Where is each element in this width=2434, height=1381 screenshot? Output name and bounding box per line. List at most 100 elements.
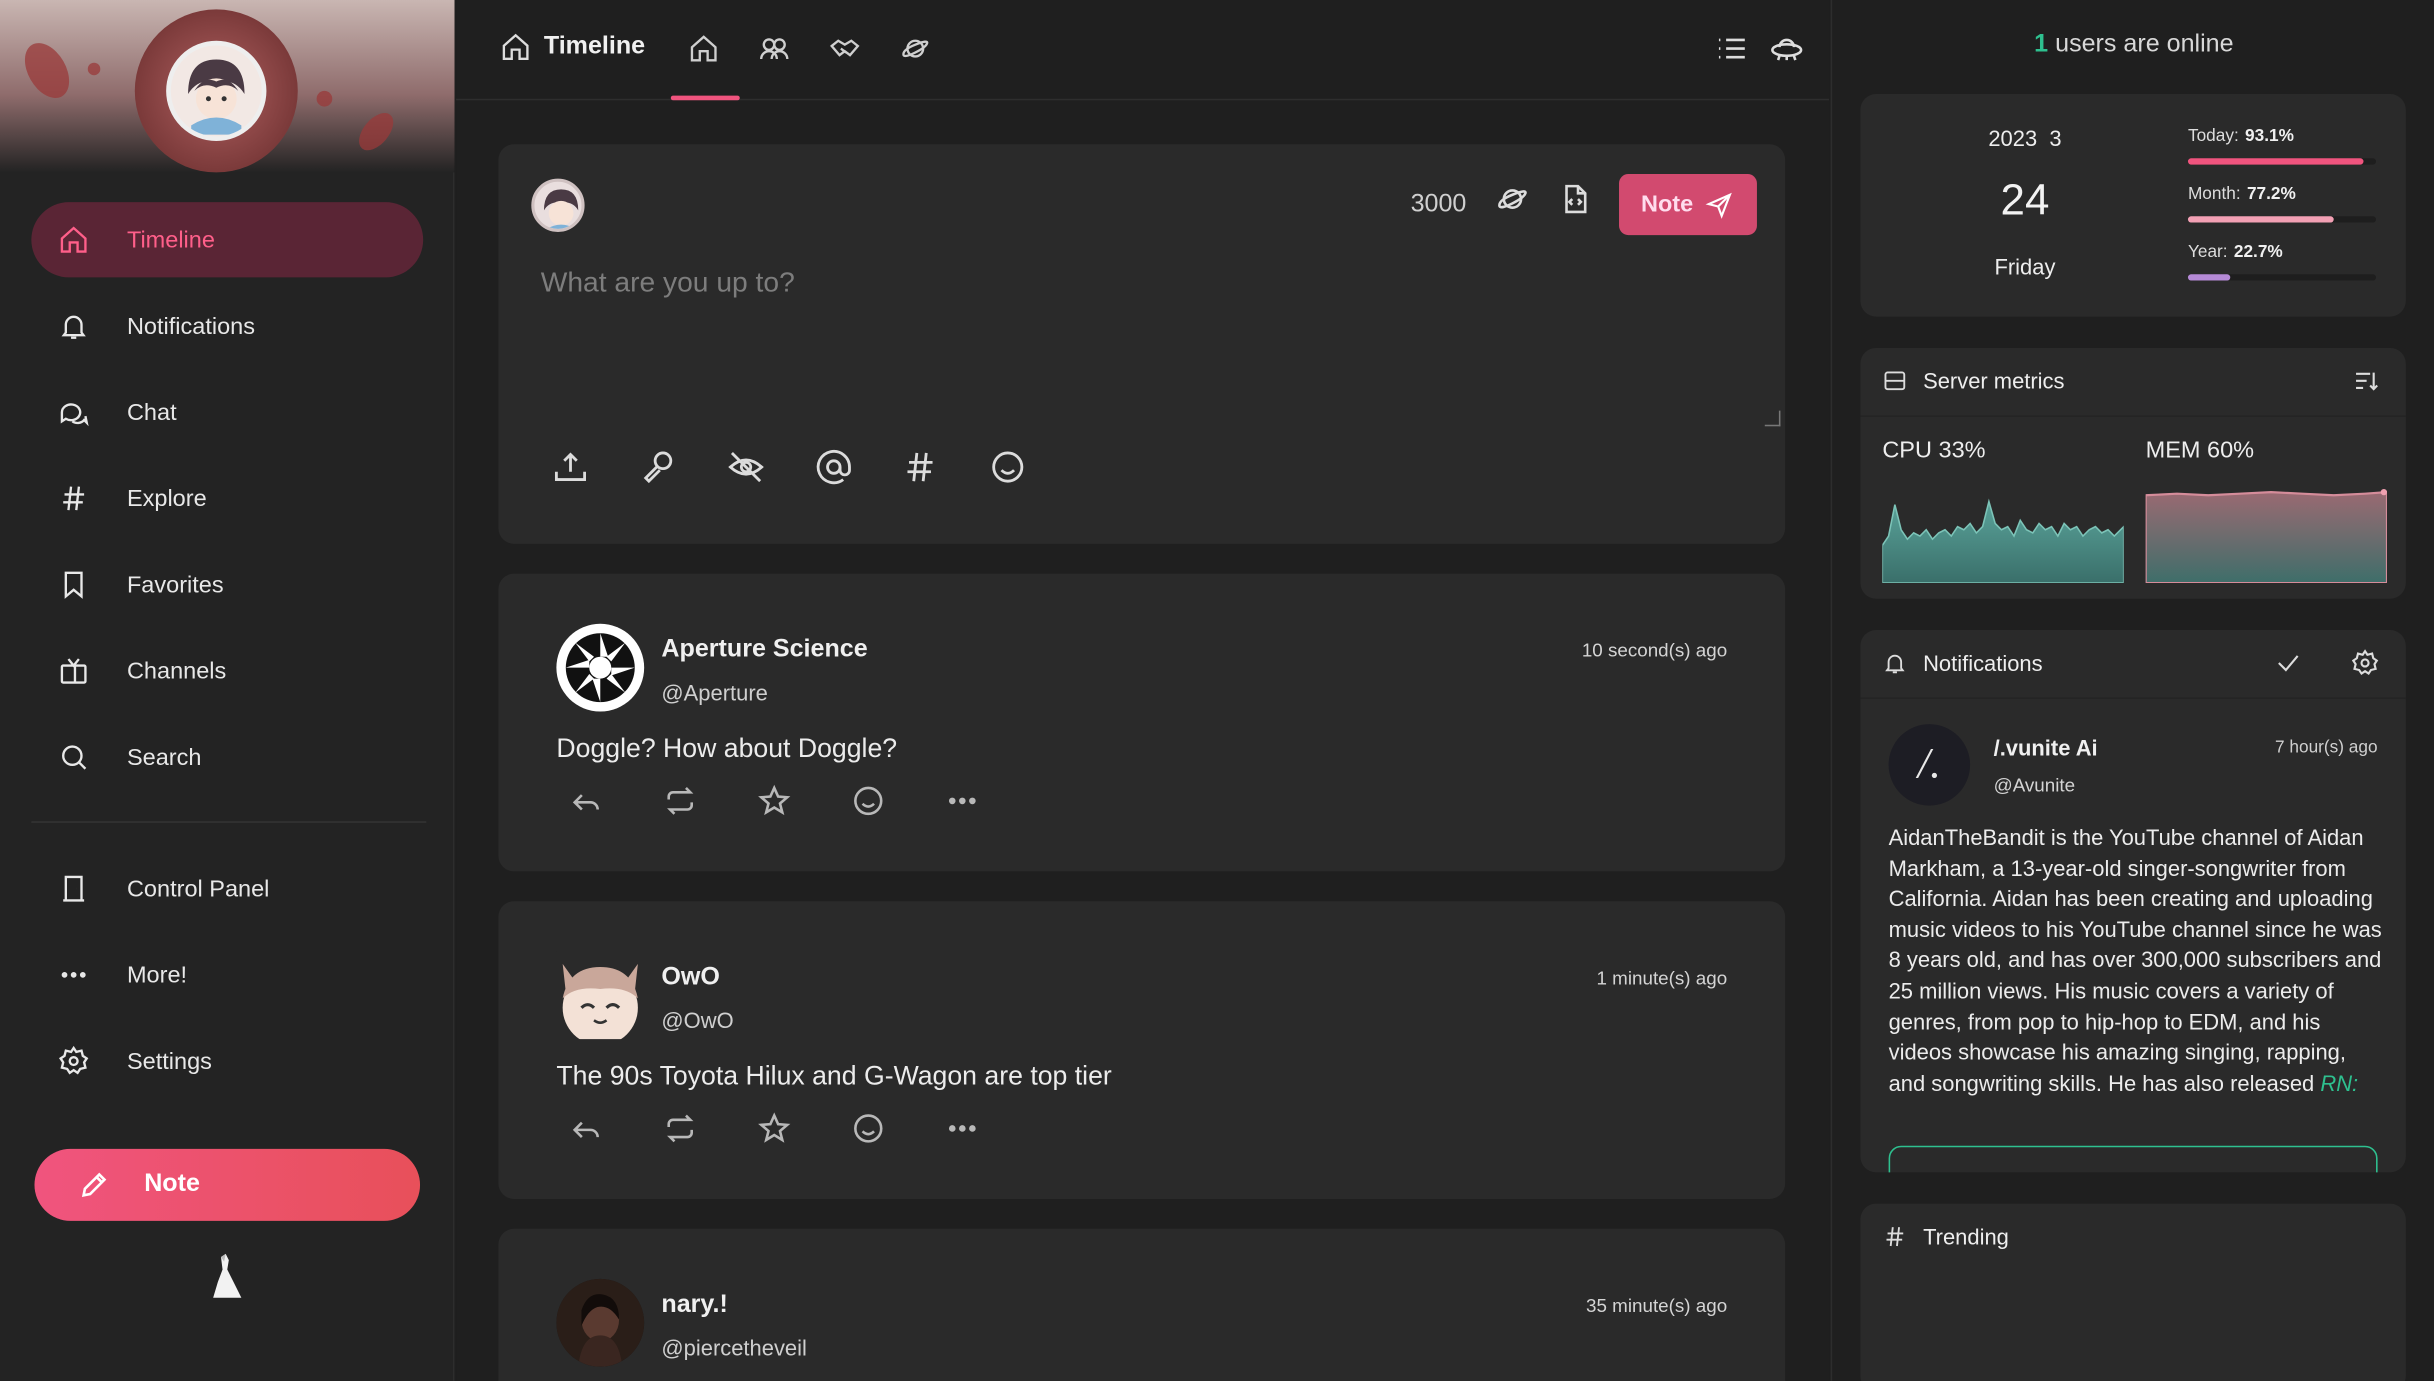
- notification-text: AidanTheBandit is the YouTube channel of…: [1888, 824, 2382, 1096]
- profile-avatar-frame[interactable]: [134, 9, 298, 173]
- repeat-icon: [667, 787, 694, 815]
- upload-button[interactable]: [552, 448, 596, 492]
- gear-icon: [2351, 649, 2379, 676]
- hashtag-icon: [907, 452, 933, 482]
- author-name[interactable]: OwO: [661, 964, 720, 992]
- avatar[interactable]: [556, 1278, 645, 1367]
- renote-button[interactable]: [663, 784, 701, 822]
- home-icon: [690, 35, 717, 62]
- home-icon: [502, 33, 529, 60]
- reply-button[interactable]: [569, 1111, 607, 1149]
- gear-icon: [56, 1044, 90, 1078]
- post-time[interactable]: 35 minute(s) ago: [1586, 1295, 1727, 1317]
- reply-button[interactable]: [569, 784, 607, 822]
- avatar[interactable]: /.: [1888, 724, 1971, 806]
- mfm-button[interactable]: [1558, 182, 1596, 220]
- bookmark-icon: [56, 567, 90, 601]
- author-handle[interactable]: @OwO: [661, 1008, 733, 1033]
- more-button[interactable]: [945, 1111, 983, 1149]
- sidebar-item-channels[interactable]: Channels: [31, 633, 423, 708]
- post-time[interactable]: 1 minute(s) ago: [1596, 967, 1727, 989]
- hashtag-button[interactable]: [901, 448, 945, 492]
- online-count: 1: [2034, 31, 2049, 58]
- more-button[interactable]: [945, 784, 983, 822]
- door-icon: [56, 871, 90, 905]
- tab-local[interactable]: [754, 28, 795, 69]
- author-handle[interactable]: @piercetheveil: [661, 1335, 806, 1360]
- emoji-icon: [854, 786, 883, 816]
- content-warning-button[interactable]: [727, 448, 771, 492]
- dog-logo-icon[interactable]: [207, 1251, 248, 1301]
- notification-time: 7 hour(s) ago: [2275, 738, 2378, 758]
- sidebar-item-chat[interactable]: Chat: [31, 375, 423, 450]
- avatar[interactable]: [556, 623, 645, 712]
- notification-settings-button[interactable]: [2351, 649, 2382, 680]
- tab-global[interactable]: [895, 28, 936, 69]
- mem-sparkline: [2145, 488, 2387, 584]
- sidebar-item-label: Favorites: [126, 571, 224, 598]
- note-button[interactable]: Note: [34, 1148, 421, 1221]
- react-button[interactable]: [851, 784, 889, 822]
- star-icon: [758, 784, 791, 816]
- resize-handle[interactable]: [1764, 410, 1781, 427]
- dots-icon: [56, 958, 90, 992]
- header: Timeline: [456, 0, 1830, 101]
- author-name[interactable]: nary.!: [661, 1291, 727, 1319]
- sidebar-item-notifications[interactable]: Notifications: [31, 288, 423, 363]
- sidebar-item-explore[interactable]: Explore: [31, 461, 423, 536]
- upload-icon: [554, 452, 587, 482]
- eye-off-icon: [728, 451, 764, 483]
- author-name[interactable]: /.vunite Ai: [1994, 735, 2098, 760]
- page-title-label: Timeline: [543, 32, 646, 60]
- emoji-button[interactable]: [989, 448, 1033, 492]
- sort-icon: [2356, 372, 2378, 391]
- star-icon: [758, 1112, 791, 1143]
- list-icon: [1718, 38, 1745, 59]
- author-handle[interactable]: @Avunite: [1994, 774, 2075, 796]
- sidebar-divider: [31, 821, 427, 823]
- bell-icon: [1885, 654, 1905, 674]
- search-icon: [56, 740, 90, 774]
- note-card[interactable]: nary.! @piercetheveil 35 minute(s) ago: [498, 1228, 1786, 1381]
- sidebar-item-more[interactable]: More!: [31, 937, 423, 1012]
- show-more-button[interactable]: [1888, 1145, 2378, 1173]
- today-progress-label: Today: 93.1%: [2187, 126, 2294, 146]
- post-note-button[interactable]: Note: [1619, 173, 1757, 236]
- renote-button[interactable]: [663, 1111, 701, 1149]
- sidebar-item-favorites[interactable]: Favorites: [31, 547, 423, 622]
- bell-icon: [56, 309, 90, 343]
- favorite-button[interactable]: [757, 784, 795, 822]
- list-view-button[interactable]: [1715, 31, 1753, 69]
- sidebar: Timeline Notifications Chat Explore Favo…: [0, 0, 455, 1381]
- sidebar-item-label: Control Panel: [126, 875, 270, 902]
- dots-icon: [948, 1125, 976, 1132]
- note-card[interactable]: Aperture Science @Aperture 10 second(s) …: [498, 573, 1786, 872]
- visibility-button[interactable]: [1495, 182, 1533, 220]
- favorite-button[interactable]: [757, 1111, 795, 1149]
- sidebar-item-timeline[interactable]: Timeline: [31, 202, 424, 278]
- mention-button[interactable]: [815, 448, 859, 492]
- reply-icon: [572, 794, 599, 811]
- character-count: 3000: [1410, 191, 1467, 218]
- sidebar-item-control-panel[interactable]: Control Panel: [31, 851, 423, 926]
- metrics-sort-button[interactable]: [2353, 367, 2384, 398]
- main-column: Timeline 3000 Note What are you up to? A…: [456, 0, 1830, 1381]
- planet-icon: [902, 39, 929, 58]
- react-button[interactable]: [851, 1111, 889, 1149]
- avatar: [166, 40, 267, 142]
- users-icon: [760, 38, 789, 60]
- author-handle[interactable]: @Aperture: [661, 680, 767, 705]
- sidebar-item-label: More!: [126, 961, 188, 989]
- sidebar-item-settings[interactable]: Settings: [31, 1023, 423, 1098]
- post-time[interactable]: 10 second(s) ago: [1582, 639, 1727, 661]
- antenna-button[interactable]: [1769, 31, 1807, 69]
- author-name[interactable]: Aperture Science: [661, 636, 867, 664]
- compose-input[interactable]: [540, 266, 1748, 424]
- sidebar-item-search[interactable]: Search: [31, 719, 423, 794]
- note-card[interactable]: OwO @OwO 1 minute(s) ago The 90s Toyota …: [498, 901, 1786, 1199]
- tab-home[interactable]: [683, 28, 724, 69]
- poll-button[interactable]: [639, 448, 683, 492]
- mark-all-read-button[interactable]: [2274, 649, 2305, 680]
- avatar[interactable]: [556, 951, 645, 1040]
- tab-social[interactable]: [824, 28, 865, 69]
